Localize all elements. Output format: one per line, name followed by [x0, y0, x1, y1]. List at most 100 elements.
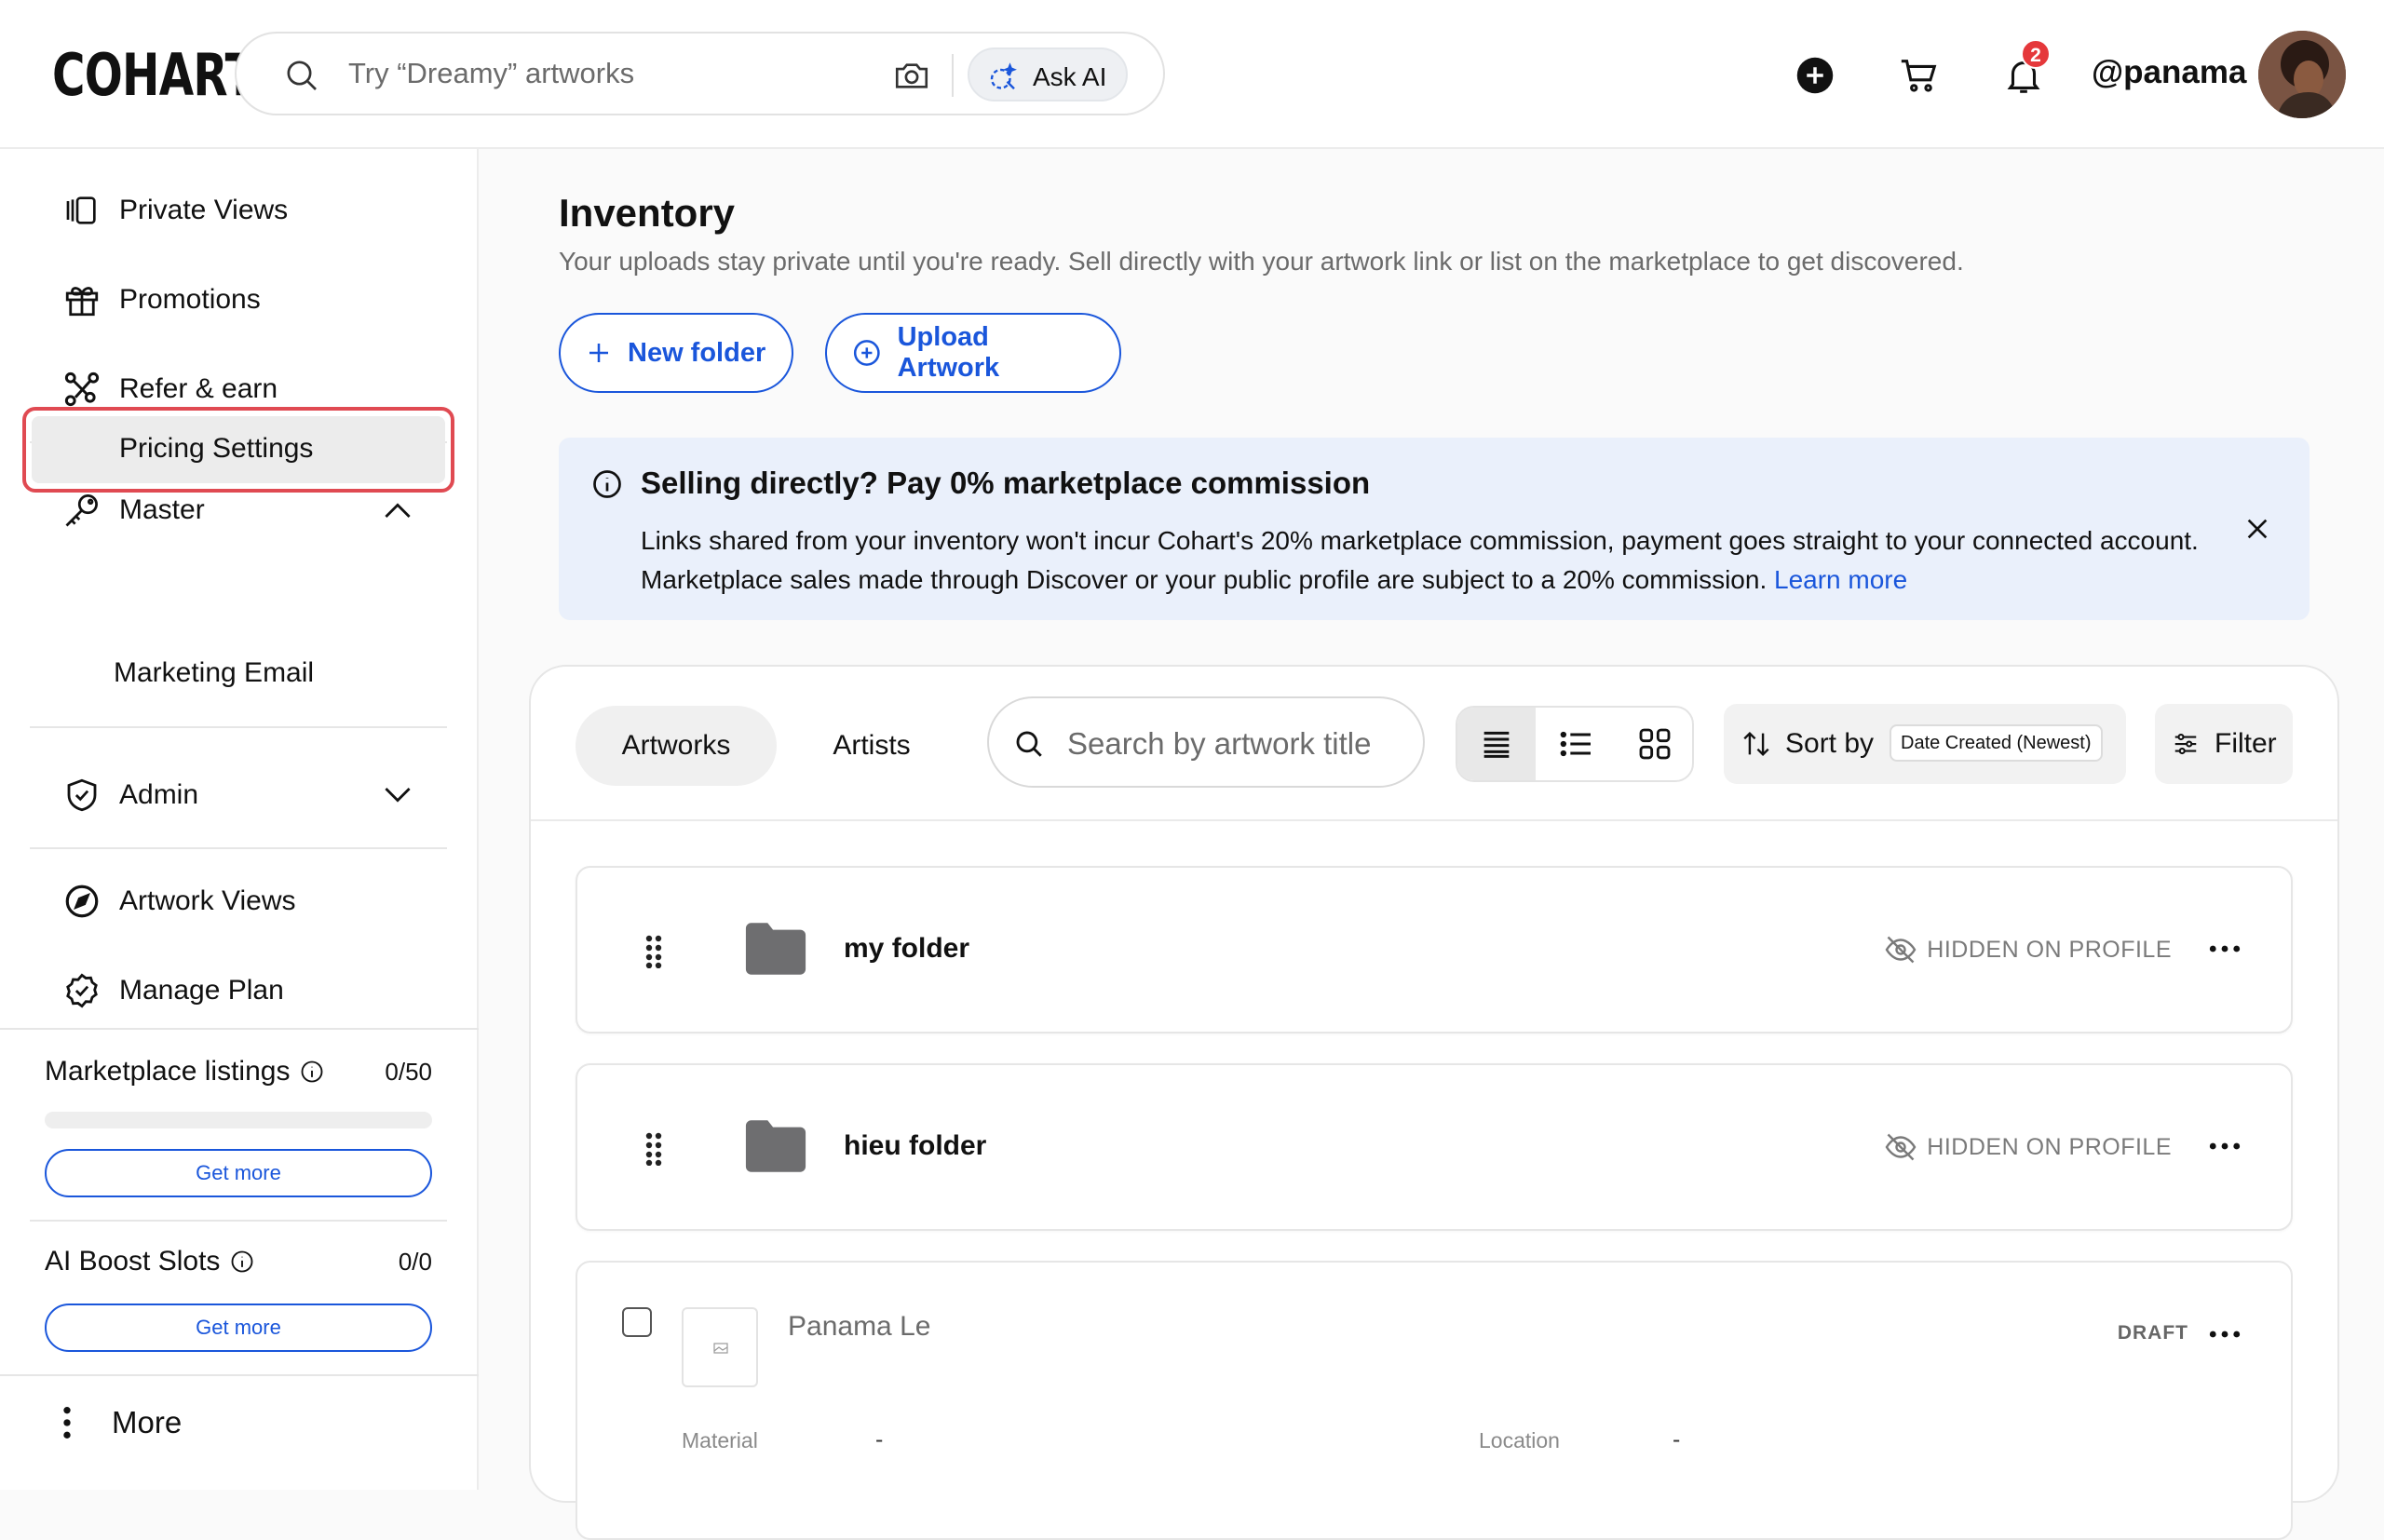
location-label: Location — [1479, 1428, 1560, 1452]
eye-off-icon — [1885, 936, 1917, 964]
compact-list-icon — [1483, 731, 1510, 758]
avatar[interactable] — [2258, 31, 2346, 118]
material-label: Material — [682, 1428, 758, 1452]
grid-icon — [1639, 728, 1671, 760]
more-options-icon[interactable] — [2209, 1330, 2241, 1339]
page-title: Inventory — [559, 191, 736, 235]
sliders-icon — [2174, 733, 2197, 755]
share-icon — [60, 367, 104, 412]
kebab-icon — [63, 1407, 71, 1439]
marketplace-get-more-button[interactable]: Get more — [45, 1149, 432, 1197]
pricing-settings-highlight: Pricing Settings — [32, 416, 445, 483]
new-folder-button[interactable]: New folder — [559, 313, 793, 393]
marketplace-listings-label: Marketplace listings — [45, 1056, 291, 1087]
sort-control[interactable]: Sort by Date Created (Newest) — [1724, 704, 2126, 784]
cohart-logo[interactable]: COHART — [52, 41, 256, 109]
sidebar-divider — [30, 847, 447, 849]
ai-boost-value: 0/0 — [398, 1248, 432, 1276]
folder-row[interactable]: my folder HIDDEN ON PROFILE — [576, 866, 2293, 1033]
banner-title: Selling directly? Pay 0% marketplace com… — [641, 466, 1371, 500]
notification-badge: 2 — [2021, 39, 2051, 69]
plus-icon — [589, 344, 608, 362]
top-bar: COHART Try “Dreamy” artworks Ask AI 2 @p… — [0, 0, 2384, 149]
camera-icon[interactable] — [892, 56, 931, 95]
sidebar-item-label: Admin — [119, 779, 199, 810]
info-icon[interactable] — [229, 1249, 255, 1275]
shield-check-icon — [60, 773, 104, 817]
sort-label: Sort by — [1785, 728, 1875, 759]
sidebar-item-label: Refer & earn — [119, 373, 278, 404]
sidebar-item-label: Private Views — [119, 195, 289, 225]
new-folder-label: New folder — [628, 337, 766, 368]
ai-sparkle-icon — [990, 62, 1017, 90]
more-options-icon[interactable] — [2209, 1141, 2241, 1151]
sidebar-item-promotions[interactable]: Promotions — [60, 272, 451, 328]
sidebar-item-label: Manage Plan — [119, 975, 284, 1006]
search-icon — [1016, 731, 1042, 757]
sidebar-item-pricing-settings[interactable]: Pricing Settings — [22, 407, 454, 493]
banner-text: Links shared from your inventory won't i… — [641, 526, 2199, 594]
view-compact-button[interactable] — [1457, 708, 1536, 780]
material-value: - — [875, 1426, 884, 1452]
cart-icon[interactable] — [1898, 54, 1941, 97]
folder-name[interactable]: my folder — [844, 933, 969, 965]
visibility-status: HIDDEN ON PROFILE — [1884, 1130, 2172, 1164]
artwork-checkbox[interactable] — [622, 1307, 652, 1337]
private-views-icon — [60, 188, 104, 233]
artwork-artist: Panama Le — [788, 1311, 931, 1342]
ai-boost-get-more-button[interactable]: Get more — [45, 1304, 432, 1352]
sort-value[interactable]: Date Created (Newest) — [1890, 724, 2103, 762]
search-placeholder[interactable]: Try “Dreamy” artworks — [348, 57, 634, 90]
view-grid-button[interactable] — [1616, 708, 1692, 780]
more-options-icon[interactable] — [2209, 944, 2241, 953]
ask-ai-button[interactable]: Ask AI — [968, 47, 1128, 101]
compass-icon — [60, 879, 104, 924]
toolbar-divider — [531, 819, 2337, 821]
sidebar-item-private-views[interactable]: Private Views — [60, 182, 451, 238]
tab-artworks[interactable]: Artworks — [576, 706, 777, 786]
info-icon[interactable] — [299, 1059, 325, 1085]
image-placeholder-icon — [713, 1343, 728, 1354]
folder-row[interactable]: hieu folder HIDDEN ON PROFILE — [576, 1063, 2293, 1231]
view-list-button[interactable] — [1537, 708, 1616, 780]
folder-icon — [743, 920, 808, 978]
filter-label: Filter — [2215, 728, 2277, 759]
sidebar-item-manage-plan[interactable]: Manage Plan — [60, 963, 451, 1019]
ai-boost-quota: AI Boost Slots 0/0 Get more — [45, 1246, 432, 1358]
visibility-status: HIDDEN ON PROFILE — [1884, 933, 2172, 966]
sidebar-divider — [30, 726, 447, 728]
sidebar-divider — [0, 1028, 479, 1030]
sidebar-item-label: Promotions — [119, 284, 261, 315]
tab-artists[interactable]: Artists — [801, 706, 942, 786]
global-search[interactable]: Try “Dreamy” artworks Ask AI — [235, 32, 1165, 115]
username[interactable]: @panama — [2092, 54, 2246, 91]
marketplace-listings-value: 0/50 — [385, 1058, 432, 1086]
filter-button[interactable]: Filter — [2155, 704, 2293, 784]
sidebar-more-button[interactable]: More — [60, 1404, 182, 1441]
add-icon[interactable] — [1795, 56, 1835, 95]
sidebar-item-artwork-views[interactable]: Artwork Views — [60, 873, 451, 929]
upload-artwork-label: Upload Artwork — [897, 322, 1000, 383]
drag-handle-icon[interactable] — [644, 935, 663, 968]
folder-name[interactable]: hieu folder — [844, 1130, 986, 1162]
folder-icon — [743, 1117, 808, 1175]
artwork-row[interactable]: Panama Le DRAFT Material - Location - — [576, 1261, 2293, 1540]
artwork-search-placeholder: Search by artwork title — [1067, 726, 1372, 761]
draft-badge: DRAFT — [2117, 1322, 2188, 1344]
page-subtitle: Your uploads stay private until you're r… — [559, 247, 1964, 276]
sidebar-item-label: Artwork Views — [119, 885, 296, 916]
gift-icon — [60, 277, 104, 322]
list-icon — [1560, 731, 1591, 757]
ask-ai-label: Ask AI — [1033, 62, 1107, 91]
location-value: - — [1673, 1426, 1681, 1452]
artwork-thumbnail[interactable] — [682, 1307, 758, 1387]
artwork-search-input[interactable]: Search by artwork title — [987, 696, 1425, 788]
drag-handle-icon[interactable] — [644, 1132, 663, 1166]
upload-artwork-button[interactable]: Upload Artwork — [825, 313, 1121, 393]
badge-check-icon — [60, 968, 104, 1013]
sidebar-item-marketing-email[interactable]: Marketing Email — [114, 657, 314, 689]
learn-more-link[interactable]: Learn more — [1774, 565, 1907, 594]
close-icon[interactable] — [2242, 514, 2272, 544]
more-label: More — [112, 1405, 183, 1439]
sidebar-item-label: Pricing Settings — [119, 433, 314, 464]
